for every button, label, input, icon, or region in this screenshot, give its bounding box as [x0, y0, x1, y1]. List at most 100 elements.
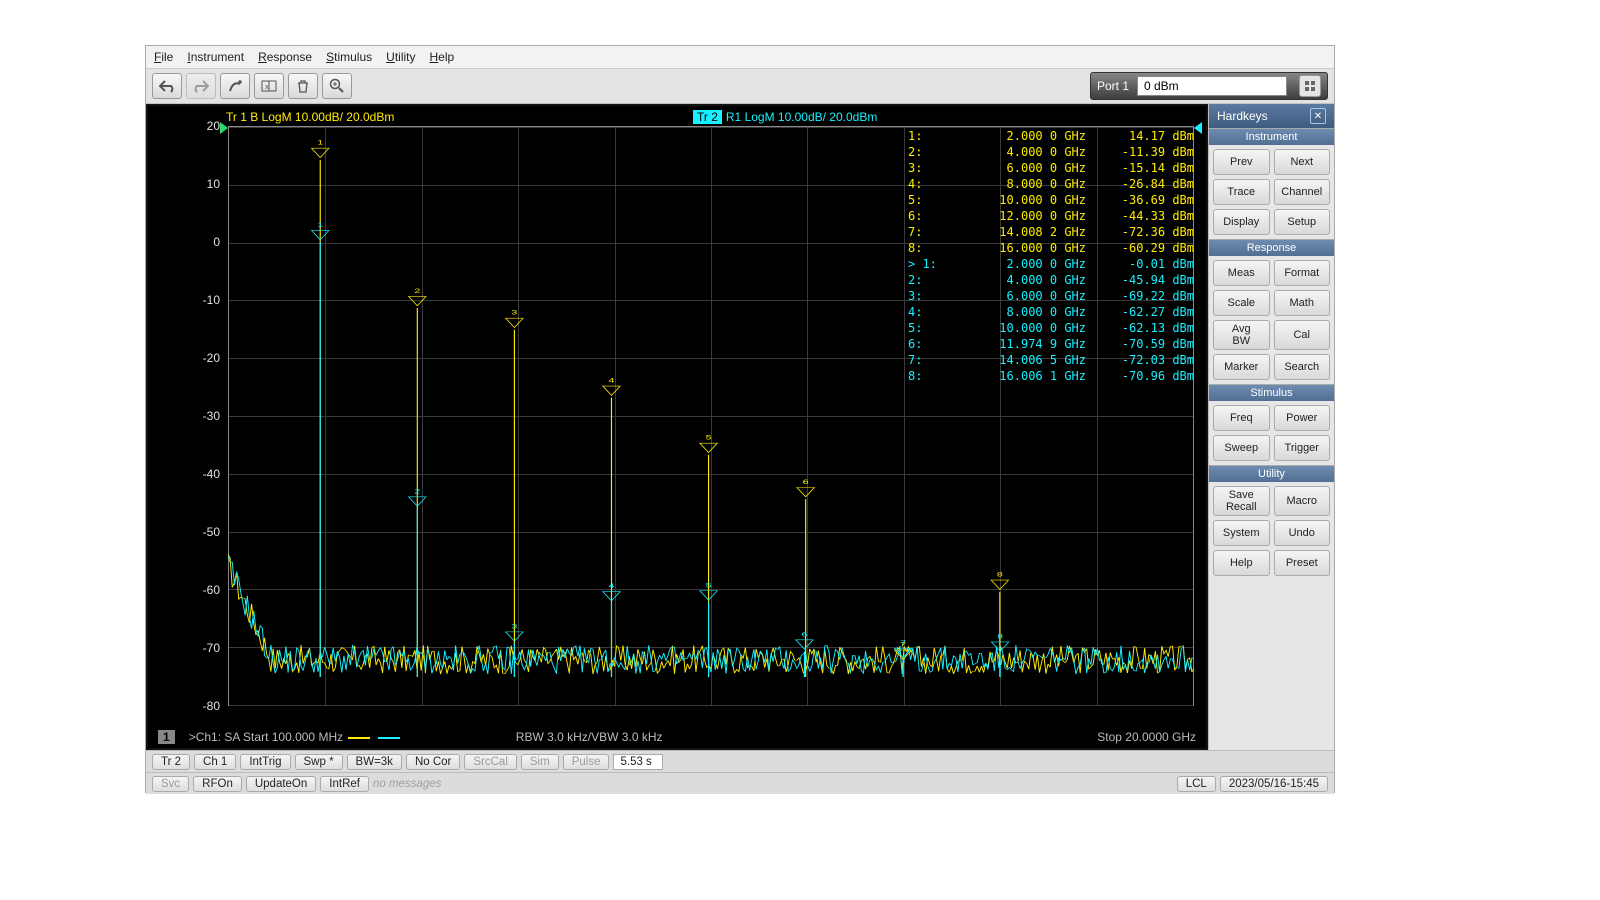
svg-text:7: 7: [900, 639, 906, 646]
hardkeys-panel: Hardkeys ✕ InstrumentPrevNextTraceChanne…: [1208, 104, 1334, 750]
hardkey-section-title: Instrument: [1209, 128, 1334, 145]
x-stop-label: Stop 20.0000 GHz: [1097, 730, 1196, 744]
svg-text:5: 5: [706, 581, 712, 588]
layout-button[interactable]: x: [254, 73, 284, 99]
status-pulse-button[interactable]: Pulse: [563, 754, 610, 770]
menu-stimulus[interactable]: Stimulus: [326, 50, 372, 64]
hardkey-freq-button[interactable]: Freq: [1213, 405, 1270, 431]
trace2-title: Tr 2R1 LogM 10.00dB/ 20.0dBm: [693, 110, 877, 124]
hardkey-channel-button[interactable]: Channel: [1274, 179, 1331, 205]
trace1-title: Tr 1 B LogM 10.00dB/ 20.0dBm: [226, 110, 394, 124]
y-tick-label: 20: [148, 119, 220, 133]
lcl-button[interactable]: LCL: [1177, 776, 1216, 792]
svg-text:1: 1: [317, 221, 323, 228]
delete-button[interactable]: [288, 73, 318, 99]
svg-text:5: 5: [706, 434, 712, 441]
svg-text:4: 4: [609, 377, 615, 384]
trace2-badge: Tr 2: [693, 110, 722, 124]
trace1-swatch-icon: [348, 737, 370, 739]
plot-canvas[interactable]: Tr 1 B LogM 10.00dB/ 20.0dBm Tr 2R1 LogM…: [148, 106, 1206, 726]
status-inttrig-button[interactable]: IntTrig: [240, 754, 290, 770]
channel-index: 1: [158, 730, 175, 744]
svg-text:8: 8: [997, 633, 1003, 640]
toolbar: x Port 1: [146, 69, 1334, 104]
updateon-button[interactable]: UpdateOn: [246, 776, 316, 792]
redo-button[interactable]: [186, 73, 216, 99]
hardkey-search-button[interactable]: Search: [1274, 354, 1331, 380]
rbw-label: RBW 3.0 kHz/VBW 3.0 kHz: [516, 730, 663, 744]
close-hardkeys-button[interactable]: ✕: [1310, 108, 1326, 124]
status-bar-2: Svc RFOn UpdateOn IntRef no messages LCL…: [146, 772, 1334, 794]
intref-button[interactable]: IntRef: [320, 776, 369, 792]
status-swp--button[interactable]: Swp *: [295, 754, 343, 770]
hardkey-display-button[interactable]: Display: [1213, 209, 1270, 235]
svg-text:x: x: [265, 84, 269, 91]
status-no-cor-button[interactable]: No Cor: [406, 754, 460, 770]
status-bw-3k-button[interactable]: BW=3k: [347, 754, 402, 770]
rfon-button[interactable]: RFOn: [193, 776, 242, 792]
status-ch-1-button[interactable]: Ch 1: [194, 754, 236, 770]
hardkey-preset-button[interactable]: Preset: [1274, 550, 1331, 576]
hardkey-meas-button[interactable]: Meas: [1213, 260, 1270, 286]
svg-text:8: 8: [997, 571, 1003, 578]
menu-file[interactable]: File: [154, 50, 173, 64]
hardkey-macro-button[interactable]: Macro: [1274, 486, 1331, 516]
status-bar-1: Tr 2Ch 1IntTrig Swp *BW=3kNo CorSrcCalSim…: [146, 750, 1334, 772]
hardkey-power-button[interactable]: Power: [1274, 405, 1331, 431]
hardkey-system-button[interactable]: System: [1213, 520, 1270, 546]
hardkey-next-button[interactable]: Next: [1274, 149, 1331, 175]
svg-text:6: 6: [803, 478, 809, 485]
hardkey-format-button[interactable]: Format: [1274, 260, 1331, 286]
svc-button[interactable]: Svc: [152, 776, 189, 792]
svg-text:2: 2: [414, 488, 420, 495]
x-start-label: >Ch1: SA Start 100.000 MHz: [189, 730, 402, 744]
hardkey-marker-button[interactable]: Marker: [1213, 354, 1270, 380]
hardkey-trigger-button[interactable]: Trigger: [1274, 435, 1331, 461]
app-window: File Instrument Response Stimulus Utilit…: [145, 45, 1335, 793]
menu-instrument[interactable]: Instrument: [187, 50, 244, 64]
plot-panel: Tr 1 B LogM 10.00dB/ 20.0dBm Tr 2R1 LogM…: [146, 104, 1208, 750]
status-sim-button[interactable]: Sim: [521, 754, 559, 770]
right-edge-marker-icon: [1194, 122, 1202, 134]
hardkey-sweep-button[interactable]: Sweep: [1213, 435, 1270, 461]
hardkey-save-recall-button[interactable]: Save Recall: [1213, 486, 1270, 516]
svg-text:4: 4: [609, 582, 615, 589]
status-tr-2-button[interactable]: Tr 2: [152, 754, 190, 770]
y-tick-label: -80: [148, 699, 220, 713]
svg-text:1: 1: [317, 139, 323, 146]
undo-button[interactable]: [152, 73, 182, 99]
status-srccal-button[interactable]: SrcCal: [464, 754, 517, 770]
y-tick-label: -10: [148, 293, 220, 307]
hardkey-section-title: Stimulus: [1209, 384, 1334, 401]
hardkey-help-button[interactable]: Help: [1213, 550, 1270, 576]
zoom-button[interactable]: [322, 73, 352, 99]
svg-text:6: 6: [801, 631, 807, 638]
marker-readout: 1:2.000 0 GHz14.17 dBm2:4.000 0 GHz-11.3…: [908, 128, 1194, 384]
hardkey-avg-bw-button[interactable]: Avg BW: [1213, 320, 1270, 350]
port-control[interactable]: Port 1: [1090, 72, 1328, 100]
port-grid-icon[interactable]: [1299, 75, 1321, 97]
menu-utility[interactable]: Utility: [386, 50, 415, 64]
port-label: Port 1: [1097, 79, 1129, 93]
hardkey-prev-button[interactable]: Prev: [1213, 149, 1270, 175]
plot-footer: 1 >Ch1: SA Start 100.000 MHz RBW 3.0 kHz…: [148, 726, 1206, 748]
hardkey-trace-button[interactable]: Trace: [1213, 179, 1270, 205]
hardkey-section-title: Utility: [1209, 465, 1334, 482]
menu-help[interactable]: Help: [429, 50, 454, 64]
svg-text:3: 3: [511, 623, 517, 630]
messages-label: no messages: [373, 778, 441, 790]
port-value-input[interactable]: [1137, 76, 1287, 96]
hardkey-undo-button[interactable]: Undo: [1274, 520, 1331, 546]
hardkey-math-button[interactable]: Math: [1274, 290, 1331, 316]
add-button[interactable]: [220, 73, 250, 99]
hardkey-scale-button[interactable]: Scale: [1213, 290, 1270, 316]
svg-text:3: 3: [511, 309, 517, 316]
y-tick-label: -30: [148, 409, 220, 423]
sweep-time-field[interactable]: 5.53 s: [613, 754, 663, 770]
menu-response[interactable]: Response: [258, 50, 312, 64]
clock-label: 2023/05/16-15:45: [1220, 776, 1328, 792]
hardkey-cal-button[interactable]: Cal: [1274, 320, 1331, 350]
hardkey-setup-button[interactable]: Setup: [1274, 209, 1331, 235]
y-tick-label: -70: [148, 641, 220, 655]
main-area: Tr 1 B LogM 10.00dB/ 20.0dBm Tr 2R1 LogM…: [146, 104, 1334, 750]
